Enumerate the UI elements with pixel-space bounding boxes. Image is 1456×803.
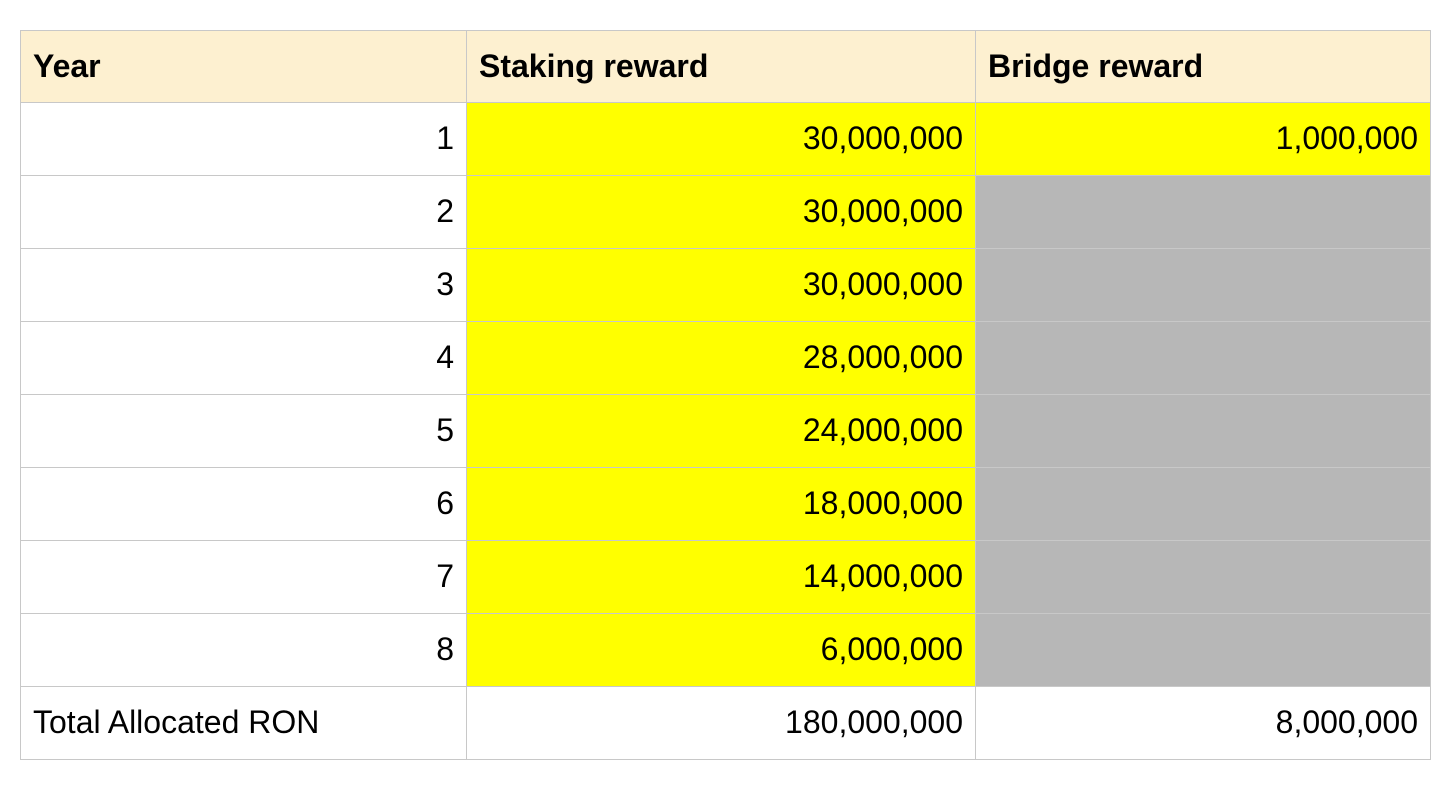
reward-schedule-table-container: Year Staking reward Bridge reward 1 30,00… [20,30,1431,760]
table-row: 4 28,000,000 [20,321,1431,395]
year-cell: 7 [20,540,467,614]
reward-schedule-table: Year Staking reward Bridge reward 1 30,00… [20,30,1431,760]
bridge-reward-cell: 1,000,000 [975,102,1431,176]
staking-reward-cell: 28,000,000 [466,321,976,395]
total-row: Total Allocated RON 180,000,000 8,000,00… [20,686,1431,760]
bridge-reward-cell [975,613,1431,687]
table-footer: Total Allocated RON 180,000,000 8,000,00… [20,686,1431,760]
staking-reward-cell: 30,000,000 [466,102,976,176]
table-row: 6 18,000,000 [20,467,1431,541]
staking-reward-cell: 14,000,000 [466,540,976,614]
year-cell: 2 [20,175,467,249]
bridge-reward-cell [975,321,1431,395]
year-cell: 8 [20,613,467,687]
bridge-reward-cell [975,248,1431,322]
bridge-reward-cell [975,175,1431,249]
column-header-bridge-reward: Bridge reward [975,30,1431,103]
total-staking-reward: 180,000,000 [466,686,976,760]
bridge-reward-cell [975,540,1431,614]
table-row: 8 6,000,000 [20,613,1431,687]
table-row: 3 30,000,000 [20,248,1431,322]
total-bridge-reward: 8,000,000 [975,686,1431,760]
header-row: Year Staking reward Bridge reward [20,30,1431,103]
year-cell: 6 [20,467,467,541]
year-cell: 5 [20,394,467,468]
staking-reward-cell: 18,000,000 [466,467,976,541]
staking-reward-cell: 30,000,000 [466,175,976,249]
column-header-year: Year [20,30,467,103]
total-row-label: Total Allocated RON [20,686,467,760]
table-row: 1 30,000,000 1,000,000 [20,102,1431,176]
year-cell: 1 [20,102,467,176]
table-body: 1 30,000,000 1,000,000 2 30,000,000 3 30,000,0… [20,102,1431,687]
column-header-staking-reward: Staking reward [466,30,976,103]
table-row: 2 30,000,000 [20,175,1431,249]
staking-reward-cell: 30,000,000 [466,248,976,322]
year-cell: 4 [20,321,467,395]
table-row: 5 24,000,000 [20,394,1431,468]
year-cell: 3 [20,248,467,322]
bridge-reward-cell [975,394,1431,468]
staking-reward-cell: 6,000,000 [466,613,976,687]
table-row: 7 14,000,000 [20,540,1431,614]
table-header: Year Staking reward Bridge reward [20,30,1431,103]
bridge-reward-cell [975,467,1431,541]
staking-reward-cell: 24,000,000 [466,394,976,468]
